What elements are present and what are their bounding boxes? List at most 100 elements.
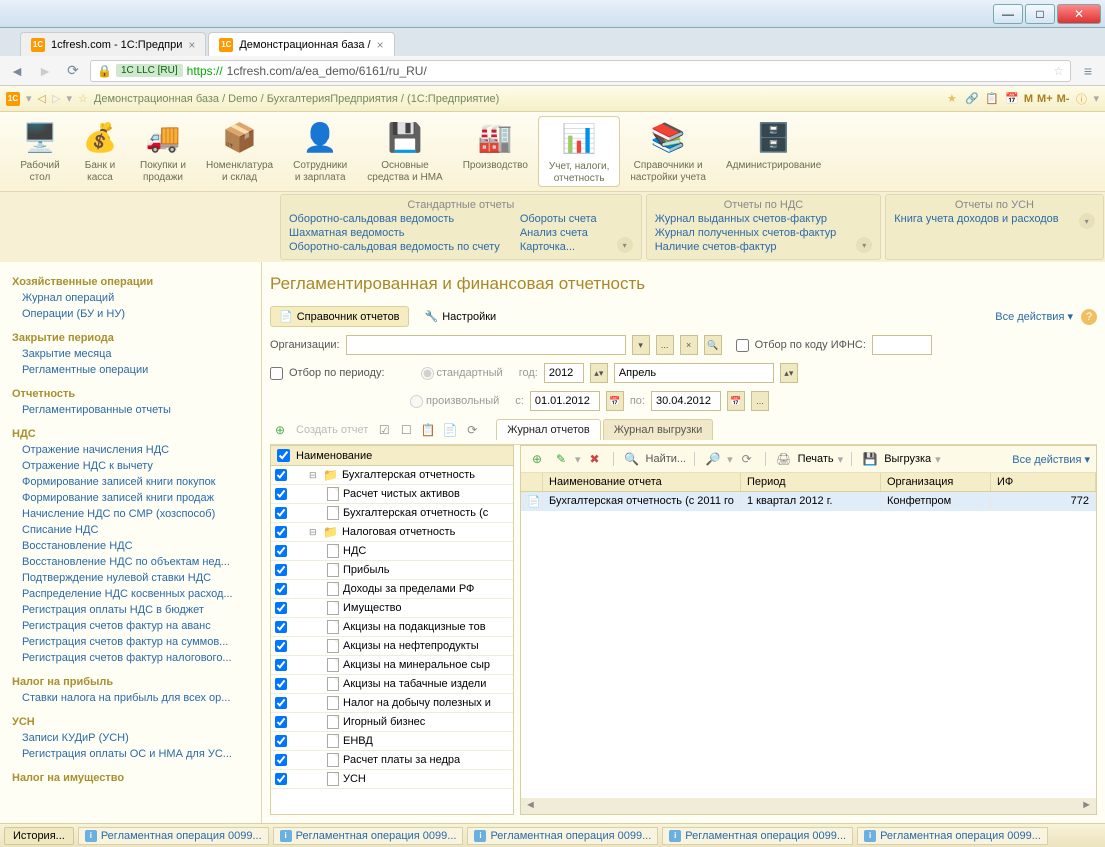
sidebar-item[interactable]: Регламентные операции <box>12 362 249 378</box>
th-org[interactable]: Организация <box>881 473 991 491</box>
sidebar-item[interactable]: Регистрация счетов фактур на аванс <box>12 618 249 634</box>
calendar-icon[interactable]: 📅 <box>727 391 745 411</box>
more-icon[interactable]: ▾ <box>617 237 633 253</box>
tree-row[interactable]: Имущество <box>271 599 513 618</box>
th-if[interactable]: ИФ <box>991 473 1096 491</box>
print-button[interactable]: Печать <box>798 453 834 465</box>
m-button[interactable]: M <box>1024 93 1033 105</box>
add-row-icon[interactable]: ⊕ <box>527 449 547 469</box>
history-button[interactable]: История... <box>4 827 74 845</box>
radio-custom[interactable]: произвольный <box>410 395 499 408</box>
sidebar-item[interactable]: Регламентированные отчеты <box>12 402 249 418</box>
link-icon[interactable]: 🔗 <box>964 91 980 107</box>
more-icon[interactable]: ▾ <box>856 237 872 253</box>
nav-fwd-icon[interactable]: ▷ <box>52 92 60 105</box>
report-link[interactable]: Журнал выданных счетов-фактур <box>655 213 837 225</box>
browser-tab-active[interactable]: 1C Демонстрационная база / × <box>208 32 394 56</box>
ifns-input[interactable] <box>872 335 932 355</box>
sidebar-item[interactable]: Регистрация оплаты НДС в бюджет <box>12 602 249 618</box>
report-link[interactable]: Оборотно-сальдовая ведомость по счету <box>289 241 500 253</box>
tree-row[interactable]: Акцизы на табачные издели <box>271 675 513 694</box>
tree-row[interactable]: Расчет чистых активов <box>271 485 513 504</box>
nav-item[interactable]: 🏭Производство <box>453 116 538 187</box>
calendar-icon[interactable]: 📅 <box>606 391 624 411</box>
fav-icon[interactable]: ★ <box>944 91 960 107</box>
date-to-input[interactable] <box>651 391 721 411</box>
create-report-button[interactable]: Создать отчет <box>292 424 372 436</box>
year-input[interactable] <box>544 363 584 383</box>
sidebar-item[interactable]: Регистрация счетов фактур на суммов... <box>12 634 249 650</box>
dropdown-icon[interactable]: ▾ <box>26 92 32 105</box>
export-button[interactable]: Выгрузка <box>884 453 931 465</box>
date-from-input[interactable] <box>530 391 600 411</box>
m-minus-button[interactable]: M- <box>1057 93 1070 105</box>
report-link[interactable]: Анализ счета <box>520 227 597 239</box>
nav-item[interactable]: 📦Номенклатураи склад <box>196 116 283 187</box>
maximize-button[interactable]: □ <box>1025 4 1055 24</box>
tree-row[interactable]: Акцизы на подакцизные тов <box>271 618 513 637</box>
tab-close-icon[interactable]: × <box>377 38 384 52</box>
paste-icon[interactable]: 📄 <box>440 420 460 440</box>
export-icon[interactable]: 💾 <box>860 449 880 469</box>
org-select-icon[interactable]: ... <box>656 335 674 355</box>
tree-row[interactable]: Расчет платы за недра <box>271 751 513 770</box>
report-link[interactable]: Обороты счета <box>520 213 597 225</box>
sidebar-item[interactable]: Подтверждение нулевой ставки НДС <box>12 570 249 586</box>
all-actions-link[interactable]: Все действия ▾ <box>995 310 1073 323</box>
tree-checkbox[interactable] <box>275 564 287 576</box>
tree-checkbox[interactable] <box>275 469 287 481</box>
taskbar-item[interactable]: iРегламентная операция 0099... <box>662 827 853 845</box>
check-icon[interactable]: ☑ <box>374 420 394 440</box>
settings-button[interactable]: 🔧Настройки <box>417 307 505 326</box>
tree-row[interactable]: НДС <box>271 542 513 561</box>
sidebar-item[interactable]: Распределение НДС косвенных расход... <box>12 586 249 602</box>
edit-icon[interactable]: ✎ <box>551 449 571 469</box>
help-icon[interactable]: ? <box>1081 309 1097 325</box>
tree-row[interactable]: Акцизы на минеральное сыр <box>271 656 513 675</box>
sidebar-item[interactable]: Записи КУДиР (УСН) <box>12 730 249 746</box>
sidebar-item[interactable]: Регистрация счетов фактур налогового... <box>12 650 249 666</box>
ref-button[interactable]: 📄Справочник отчетов <box>270 306 409 327</box>
nav-item[interactable]: 📊Учет, налоги,отчетность <box>538 116 620 187</box>
sidebar-item[interactable]: Восстановление НДС по объектам нед... <box>12 554 249 570</box>
tab-close-icon[interactable]: × <box>188 38 195 52</box>
print-icon[interactable]: 🖨 <box>774 449 794 469</box>
sidebar-item[interactable]: Восстановление НДС <box>12 538 249 554</box>
tree-row[interactable]: Доходы за пределами РФ <box>271 580 513 599</box>
nav-item[interactable]: 💰Банк икасса <box>70 116 130 187</box>
tree-checkbox[interactable] <box>275 716 287 728</box>
th-period[interactable]: Период <box>741 473 881 491</box>
info-icon[interactable]: ⓘ <box>1073 91 1089 107</box>
sidebar-item[interactable]: Формирование записей книги покупок <box>12 474 249 490</box>
dropdown-icon[interactable]: ▾ <box>1093 92 1099 105</box>
minimize-button[interactable]: — <box>993 4 1023 24</box>
table-row[interactable]: 📄 Бухгалтерская отчетность (с 2011 го 1 … <box>521 492 1096 511</box>
reload-icon[interactable]: ⟳ <box>62 60 84 82</box>
more-icon[interactable]: ▾ <box>1079 213 1095 229</box>
tree-checkbox[interactable] <box>275 697 287 709</box>
nav-item[interactable]: 📚Справочники инастройки учета <box>620 116 716 187</box>
taskbar-item[interactable]: iРегламентная операция 0099... <box>467 827 658 845</box>
org-search-icon[interactable]: 🔍 <box>704 335 722 355</box>
tree-row[interactable]: Акцизы на нефтепродукты <box>271 637 513 656</box>
period-select-icon[interactable]: ... <box>751 391 769 411</box>
all-actions-link[interactable]: Все действия ▾ <box>1012 453 1090 466</box>
taskbar-item[interactable]: iРегламентная операция 0099... <box>78 827 269 845</box>
report-link[interactable]: Книга учета доходов и расходов <box>894 213 1058 225</box>
ifns-checkbox[interactable] <box>736 339 749 352</box>
tree-checkbox[interactable] <box>275 488 287 500</box>
tree-row[interactable]: УСН <box>271 770 513 789</box>
uncheck-icon[interactable]: ☐ <box>396 420 416 440</box>
year-stepper[interactable]: ▴▾ <box>590 363 608 383</box>
nav-item[interactable]: 🚚Покупки ипродажи <box>130 116 196 187</box>
tree-checkbox[interactable] <box>275 659 287 671</box>
sidebar-item[interactable]: Списание НДС <box>12 522 249 538</box>
tree-checkbox[interactable] <box>275 754 287 766</box>
org-clear-icon[interactable]: × <box>680 335 698 355</box>
refresh-icon[interactable]: ⟳ <box>737 449 757 469</box>
sidebar-item[interactable]: Журнал операций <box>12 290 249 306</box>
period-checkbox[interactable] <box>270 367 283 380</box>
tree-checkbox[interactable] <box>275 526 287 538</box>
nav-item[interactable]: 👤Сотрудникии зарплата <box>283 116 357 187</box>
sidebar-item[interactable]: Ставки налога на прибыль для всех ор... <box>12 690 249 706</box>
